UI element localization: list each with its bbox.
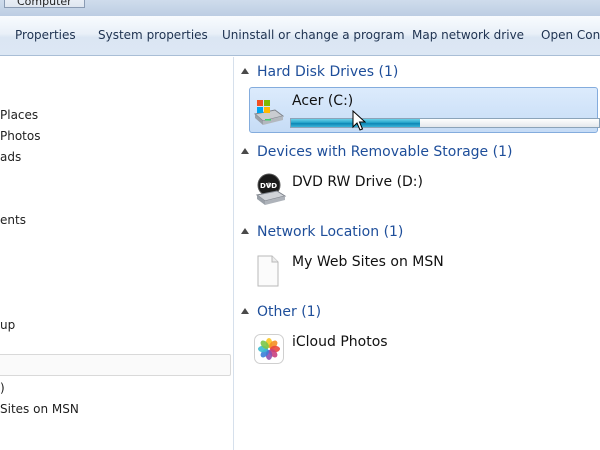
icloud-photos-icon: [254, 334, 284, 364]
group-header-other[interactable]: Other (1): [241, 304, 321, 320]
nav-item-places[interactable]: Places: [0, 108, 38, 122]
network-item-label: My Web Sites on MSN: [292, 254, 444, 270]
blank-document-icon: [257, 255, 279, 287]
nav-item-drive[interactable]: ): [0, 381, 5, 395]
nav-item-computer-selected[interactable]: [0, 354, 231, 376]
group-header-removable-storage[interactable]: Devices with Removable Storage (1): [241, 144, 512, 160]
icloud-photos-label: iCloud Photos: [292, 334, 388, 350]
title-bar: Computer: [0, 0, 600, 16]
group-header-hard-disk-drives[interactable]: Hard Disk Drives (1): [241, 64, 398, 80]
windows-drive-icon: [253, 100, 285, 125]
network-item-my-web-sites[interactable]: My Web Sites on MSN: [251, 249, 501, 289]
nav-item-documents[interactable]: ents: [0, 213, 26, 227]
collapse-arrow-icon[interactable]: [241, 228, 249, 234]
uninstall-program-button[interactable]: Uninstall or change a program: [222, 28, 405, 42]
breadcrumb[interactable]: Computer: [4, 0, 85, 8]
drive-label: Acer (C:): [292, 93, 354, 109]
nav-item-backup[interactable]: up: [0, 318, 15, 332]
group-header-network-location[interactable]: Network Location (1): [241, 224, 403, 240]
mouse-pointer-icon: [352, 110, 366, 131]
nav-item-photos[interactable]: Photos: [0, 129, 40, 143]
collapse-arrow-icon[interactable]: [241, 148, 249, 154]
dvd-drive-label: DVD RW Drive (D:): [292, 174, 423, 190]
collapse-arrow-icon[interactable]: [241, 308, 249, 314]
other-item-icloud-photos[interactable]: iCloud Photos: [251, 329, 501, 369]
capacity-bar: [290, 118, 600, 128]
command-bar: Properties System properties Uninstall o…: [0, 16, 600, 56]
drive-item-acer[interactable]: Acer (C:): [249, 87, 600, 133]
nav-item-my-web-sites[interactable]: Sites on MSN: [0, 402, 79, 416]
navigation-pane: Places Photos ads ents up ) Sites on MSN: [0, 57, 234, 450]
svg-text:DVD: DVD: [260, 182, 277, 190]
collapse-arrow-icon[interactable]: [241, 68, 249, 74]
drive-item-dvd[interactable]: DVD DVD RW Drive (D:): [251, 169, 501, 209]
map-network-drive-button[interactable]: Map network drive: [412, 28, 524, 42]
properties-button[interactable]: Properties: [15, 28, 76, 42]
content-pane: Hard Disk Drives (1) Acer (C:) Devices w…: [235, 57, 600, 450]
system-properties-button[interactable]: System properties: [98, 28, 208, 42]
dvd-drive-icon: DVD: [255, 173, 287, 205]
open-control-panel-button[interactable]: Open Cont: [541, 28, 600, 42]
nav-item-downloads[interactable]: ads: [0, 150, 21, 164]
